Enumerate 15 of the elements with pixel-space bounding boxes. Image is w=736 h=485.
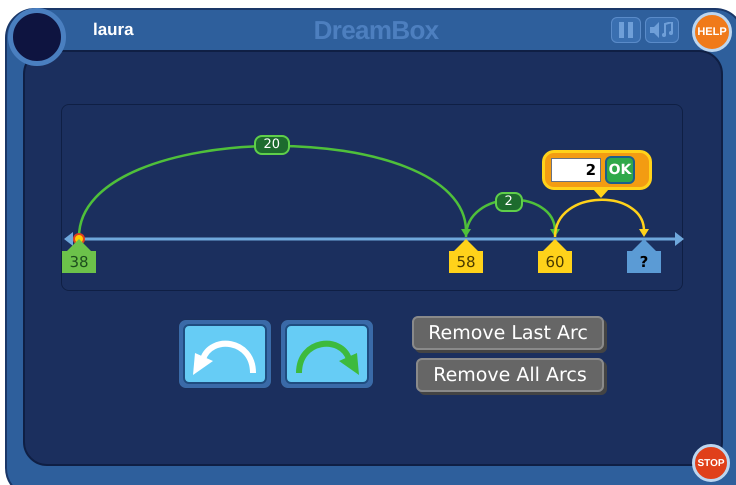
marker-pointer-icon	[67, 239, 91, 251]
redo-button[interactable]	[280, 319, 374, 389]
username: laura	[93, 19, 134, 42]
speaker-note-icon	[650, 22, 674, 38]
remove-last-arc-button[interactable]: Remove Last Arc	[412, 316, 604, 350]
jump-size-label: 20	[254, 135, 290, 155]
undo-button[interactable]	[178, 319, 272, 389]
marker-pointer-icon	[454, 239, 478, 251]
ok-button[interactable]: OK	[605, 156, 635, 184]
remove-all-arcs-button[interactable]: Remove All Arcs	[416, 358, 604, 392]
marker-pointer-icon	[543, 239, 567, 251]
pause-icon	[619, 22, 633, 38]
marker-pointer-icon	[632, 239, 656, 251]
jump-input-field[interactable]: 2	[551, 158, 601, 182]
jump-size-label: 2	[494, 192, 523, 212]
